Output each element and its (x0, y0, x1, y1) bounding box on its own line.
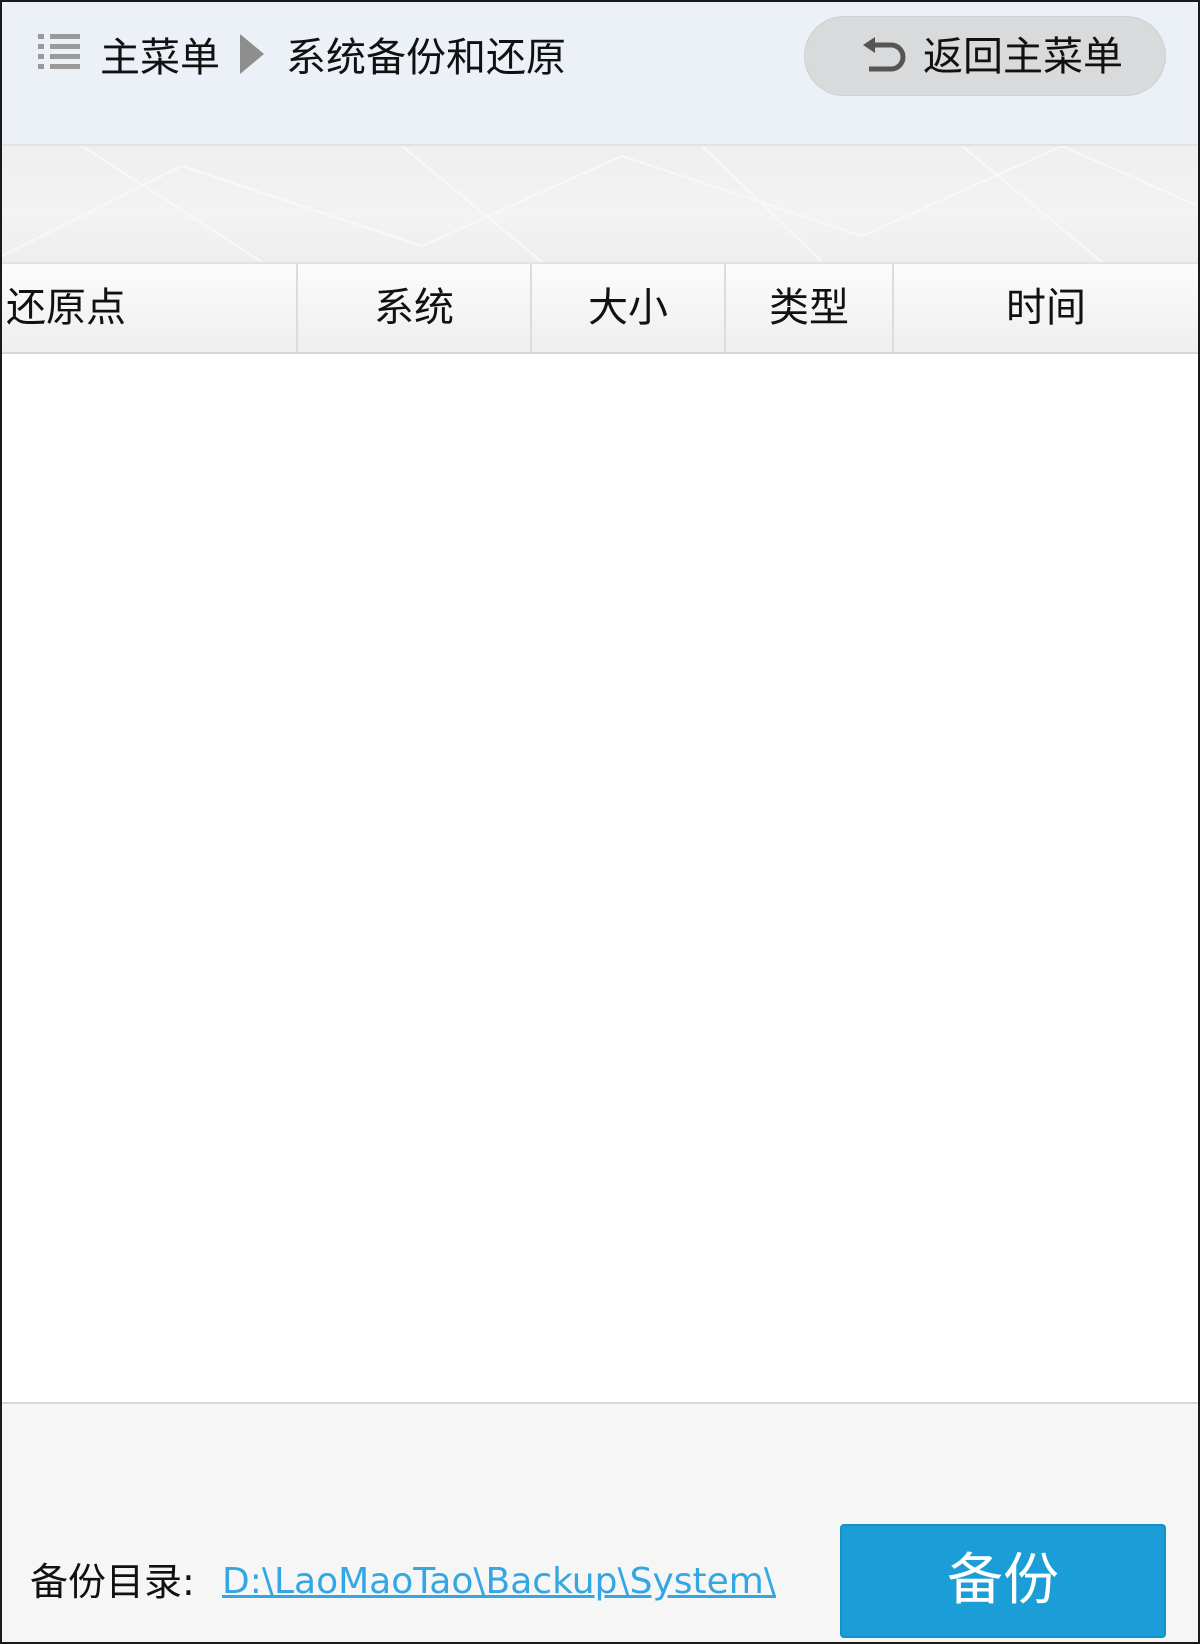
app-window: 主菜单 系统备份和还原 返回主菜单 还原点 系统 大小 类型 时间 备份目录: … (0, 0, 1200, 1644)
breadcrumb-current: 系统备份和还原 (286, 35, 566, 81)
breadcrumb-home[interactable]: 主菜单 (100, 30, 220, 86)
decorative-banner (2, 146, 1198, 262)
back-button-label: 返回主菜单 (923, 34, 1123, 80)
column-header-time[interactable]: 时间 (894, 264, 1198, 352)
footer-bar: 备份目录: D:\LaoMaoTao\Backup\System\ 备份 (2, 1402, 1198, 1642)
banner-pattern (2, 146, 1198, 262)
back-to-main-menu-button[interactable]: 返回主菜单 (804, 16, 1166, 96)
triangle-right-icon (240, 34, 264, 74)
column-header-size[interactable]: 大小 (532, 264, 726, 352)
column-header-restore-point[interactable]: 还原点 (2, 264, 298, 352)
backup-directory-label: 备份目录: (30, 1560, 195, 1604)
breadcrumb-bar: 主菜单 系统备份和还原 返回主菜单 (2, 2, 1198, 146)
restore-point-list[interactable] (2, 354, 1198, 1402)
undo-arrow-icon (863, 37, 906, 72)
column-header-type[interactable]: 类型 (726, 264, 894, 352)
table-header: 还原点 系统 大小 类型 时间 (2, 262, 1198, 354)
column-header-system[interactable]: 系统 (298, 264, 532, 352)
list-menu-icon[interactable] (36, 30, 84, 76)
backup-button[interactable]: 备份 (840, 1524, 1166, 1638)
backup-directory-link[interactable]: D:\LaoMaoTao\Backup\System\ (222, 1554, 776, 1610)
